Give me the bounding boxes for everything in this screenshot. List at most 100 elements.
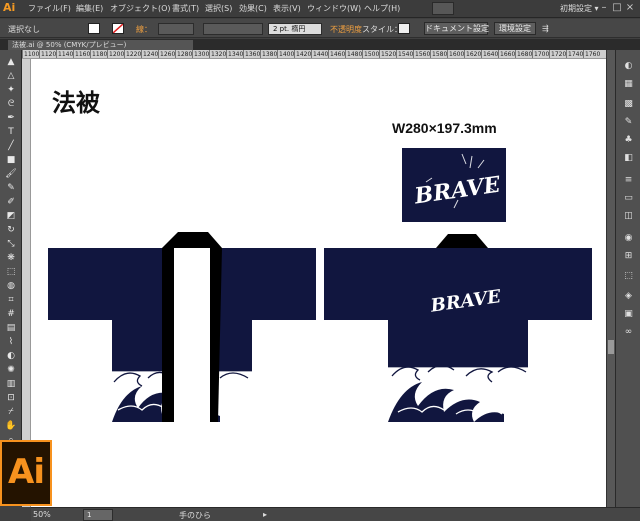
menu-view[interactable]: 表示(V) <box>273 3 301 14</box>
horizontal-ruler[interactable]: 1100 1120 1140 1160 1180 1200 1220 1240 1260 1280… <box>22 50 606 59</box>
paintbrush-icon[interactable]: 🖌 <box>5 168 17 180</box>
layers-icon[interactable]: ◈ <box>622 290 635 302</box>
rectangle-icon[interactable]: ■ <box>5 154 17 166</box>
color-panel-icon[interactable]: ◐ <box>622 60 635 72</box>
preferences-button[interactable]: 環境設定 <box>494 22 536 35</box>
gradient-panel-icon[interactable]: ▭ <box>622 192 635 204</box>
symbols-icon[interactable]: ♣ <box>622 134 635 146</box>
menu-window[interactable]: ウィンドウ(W) <box>307 3 361 14</box>
stroke-label[interactable]: 線： <box>136 24 152 35</box>
ruler-tick-label: 1760 <box>583 50 601 58</box>
direct-selection-icon[interactable]: △ <box>5 70 17 82</box>
fill-swatch[interactable] <box>88 23 100 34</box>
menu-type[interactable]: 書式(T) <box>172 3 199 14</box>
symbol-sprayer-icon[interactable]: ✺ <box>5 364 17 376</box>
transform-icon[interactable]: ⬚ <box>622 270 635 282</box>
menu-object[interactable]: オブジェクト(O) <box>110 3 171 14</box>
status-bar: 50% 1 手のひら ▸ <box>31 507 640 521</box>
happi-front-view[interactable] <box>48 232 318 424</box>
workspace-switcher[interactable]: 初期設定 ▾ <box>560 3 599 14</box>
document-tab[interactable]: 法被.ai @ 50% (CMYK/プレビュー) <box>8 40 193 50</box>
stroke-panel-icon[interactable]: ≡ <box>622 174 635 186</box>
tools-panel: ▲ △ ✦ ᘓ ✒ T ╱ ■ 🖌 ✎ ✐ ◩ ↻ ⤡ ❋ ⬚ ◍ ⌗ # ▤ … <box>0 50 22 450</box>
page-number[interactable]: 1 <box>83 509 113 521</box>
menu-file[interactable]: ファイル(F) <box>28 3 71 14</box>
links-icon[interactable]: ∞ <box>622 326 635 338</box>
panel-menu-icon[interactable]: ⇶ <box>542 24 549 33</box>
ruler-tick-label: 1600 <box>447 50 465 58</box>
ruler-tick-label: 1740 <box>566 50 584 58</box>
scale-icon[interactable]: ⤡ <box>5 238 17 250</box>
status-menu-icon[interactable]: ▸ <box>263 510 267 519</box>
stroke-weight-field[interactable] <box>158 23 194 35</box>
back-left-sleeve <box>324 248 388 320</box>
blob-brush-icon[interactable]: ✐ <box>5 196 17 208</box>
rotate-icon[interactable]: ↻ <box>5 224 17 236</box>
color-guide-icon[interactable]: ▦ <box>622 78 635 90</box>
warp-icon[interactable]: ❋ <box>5 252 17 264</box>
back-wave-pattern <box>387 364 529 423</box>
graphic-styles-icon[interactable]: ◧ <box>622 152 635 164</box>
none-icon <box>112 23 124 34</box>
pencil-icon[interactable]: ✎ <box>5 182 17 194</box>
menu-help[interactable]: ヘルプ(H) <box>364 3 400 14</box>
selection-icon[interactable]: ▲ <box>5 56 17 68</box>
right-sleeve <box>252 248 316 320</box>
line-icon[interactable]: ╱ <box>5 140 17 152</box>
slice-icon[interactable]: ⌿ <box>5 406 17 418</box>
artboards-icon[interactable]: ▣ <box>622 308 635 320</box>
graph-icon[interactable]: ▥ <box>5 378 17 390</box>
menu-select[interactable]: 選択(S) <box>205 3 232 14</box>
gradient-icon[interactable]: ▤ <box>5 322 17 334</box>
ruler-tick-label: 1420 <box>294 50 312 58</box>
back-collar <box>436 234 488 248</box>
mesh-icon[interactable]: # <box>5 308 17 320</box>
ruler-tick-label: 1240 <box>141 50 159 58</box>
ruler-tick-label: 1120 <box>39 50 57 58</box>
left-sleeve <box>48 248 112 320</box>
magic-wand-icon[interactable]: ✦ <box>5 84 17 96</box>
menu-effect[interactable]: 効果(C) <box>239 3 267 14</box>
free-transform-icon[interactable]: ⬚ <box>5 266 17 278</box>
pen-icon[interactable]: ✒ <box>5 112 17 124</box>
lasso-icon[interactable]: ᘓ <box>5 98 17 110</box>
graphic-style-swatch[interactable] <box>398 23 410 34</box>
eyedropper-icon[interactable]: ⌇ <box>5 336 17 348</box>
brushes-icon[interactable]: ✎ <box>622 116 635 128</box>
document-tab-bar: 法被.ai @ 50% (CMYK/プレビュー) <box>0 39 640 50</box>
shape-builder-icon[interactable]: ◍ <box>5 280 17 292</box>
logo-artwork[interactable]: BRAVE <box>402 148 506 222</box>
blend-icon[interactable]: ◐ <box>5 350 17 362</box>
variable-width-profile[interactable] <box>203 23 263 35</box>
align-icon[interactable]: ⊞ <box>622 250 635 262</box>
swatches-icon[interactable]: ▩ <box>622 98 635 110</box>
menu-edit[interactable]: 編集(E) <box>76 3 103 14</box>
scrollbar-thumb[interactable] <box>608 340 614 354</box>
opacity-label[interactable]: 不透明度 <box>330 24 362 35</box>
perspective-icon[interactable]: ⌗ <box>5 294 17 306</box>
stroke-swatch[interactable] <box>112 23 124 34</box>
maximize-icon[interactable]: □ <box>611 2 623 14</box>
ruler-tick-label: 1100 <box>22 50 40 58</box>
ruler-tick-label: 1140 <box>56 50 74 58</box>
transparency-icon[interactable]: ◫ <box>622 210 635 222</box>
ruler-tick-label: 1640 <box>481 50 499 58</box>
current-tool-status: 手のひら <box>179 511 211 520</box>
brush-definition[interactable]: 2 pt. 楕円 <box>268 23 322 35</box>
ruler-tick-label: 1560 <box>413 50 431 58</box>
minimize-icon[interactable]: – <box>598 2 610 14</box>
close-icon[interactable]: × <box>624 2 636 14</box>
appearance-icon[interactable]: ◉ <box>622 232 635 244</box>
happi-back-view[interactable]: BRAVE <box>324 232 594 424</box>
zoom-level[interactable]: 50% <box>33 510 51 519</box>
document-setup-button[interactable]: ドキュメント設定 <box>424 22 489 35</box>
ruler-tick-label: 1620 <box>464 50 482 58</box>
hand-icon[interactable]: ✋ <box>5 420 17 432</box>
arrange-documents-button[interactable] <box>432 2 454 15</box>
eraser-icon[interactable]: ◩ <box>5 210 17 222</box>
type-icon[interactable]: T <box>5 126 17 138</box>
vertical-scrollbar[interactable] <box>606 50 615 507</box>
artboard-icon[interactable]: ⊡ <box>5 392 17 404</box>
ruler-tick-label: 1220 <box>124 50 142 58</box>
ruler-tick-label: 1320 <box>209 50 227 58</box>
